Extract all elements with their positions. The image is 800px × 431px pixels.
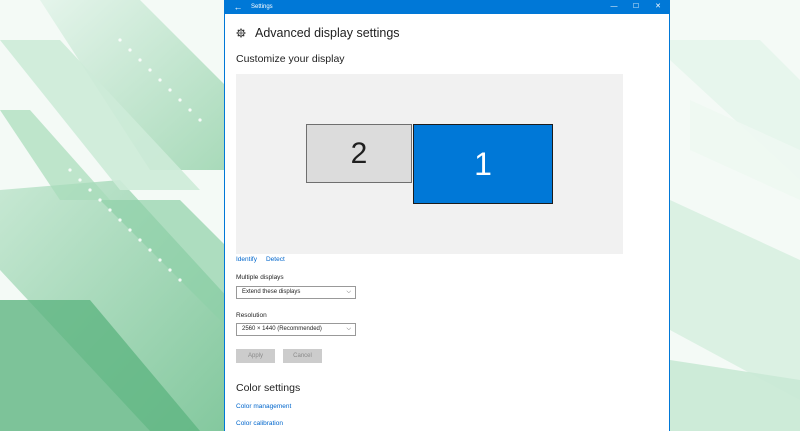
color-management-link[interactable]: Color management	[236, 403, 291, 410]
resolution-value: 2560 × 1440 (Recommended)	[242, 326, 322, 332]
detect-link[interactable]: Detect	[266, 256, 285, 263]
title-bar: ← Settings — ☐ ✕	[225, 0, 669, 14]
back-button[interactable]: ←	[231, 0, 245, 14]
color-settings-heading: Color settings	[236, 382, 301, 394]
page-title: Advanced display settings	[255, 26, 400, 40]
identify-link[interactable]: Identify	[236, 256, 257, 263]
display-1-tile[interactable]: 1	[413, 124, 553, 204]
gear-icon	[236, 28, 246, 38]
cancel-button[interactable]: Cancel	[283, 349, 322, 363]
minimize-button[interactable]: —	[603, 0, 625, 14]
maximize-button[interactable]: ☐	[625, 0, 647, 14]
display-arrangement-area[interactable]: 2 1	[236, 74, 623, 254]
page-header: Advanced display settings	[236, 25, 400, 41]
display-links: Identify Detect	[236, 256, 285, 263]
apply-button[interactable]: Apply	[236, 349, 275, 363]
customize-heading: Customize your display	[236, 53, 345, 65]
chevron-down-icon: ⌵	[346, 326, 351, 332]
window-title: Settings	[251, 4, 273, 10]
resolution-label: Resolution	[236, 312, 267, 319]
multiple-displays-label: Multiple displays	[236, 274, 284, 281]
chevron-down-icon: ⌵	[346, 289, 351, 295]
settings-window: ← Settings — ☐ ✕ Advanced display settin…	[224, 0, 670, 431]
multiple-displays-value: Extend these displays	[242, 289, 301, 295]
display-2-tile[interactable]: 2	[306, 124, 412, 183]
color-calibration-link[interactable]: Color calibration	[236, 420, 283, 427]
close-button[interactable]: ✕	[647, 0, 669, 14]
back-arrow-icon: ←	[233, 2, 243, 12]
multiple-displays-dropdown[interactable]: Extend these displays ⌵	[236, 286, 356, 299]
resolution-dropdown[interactable]: 2560 × 1440 (Recommended) ⌵	[236, 323, 356, 336]
